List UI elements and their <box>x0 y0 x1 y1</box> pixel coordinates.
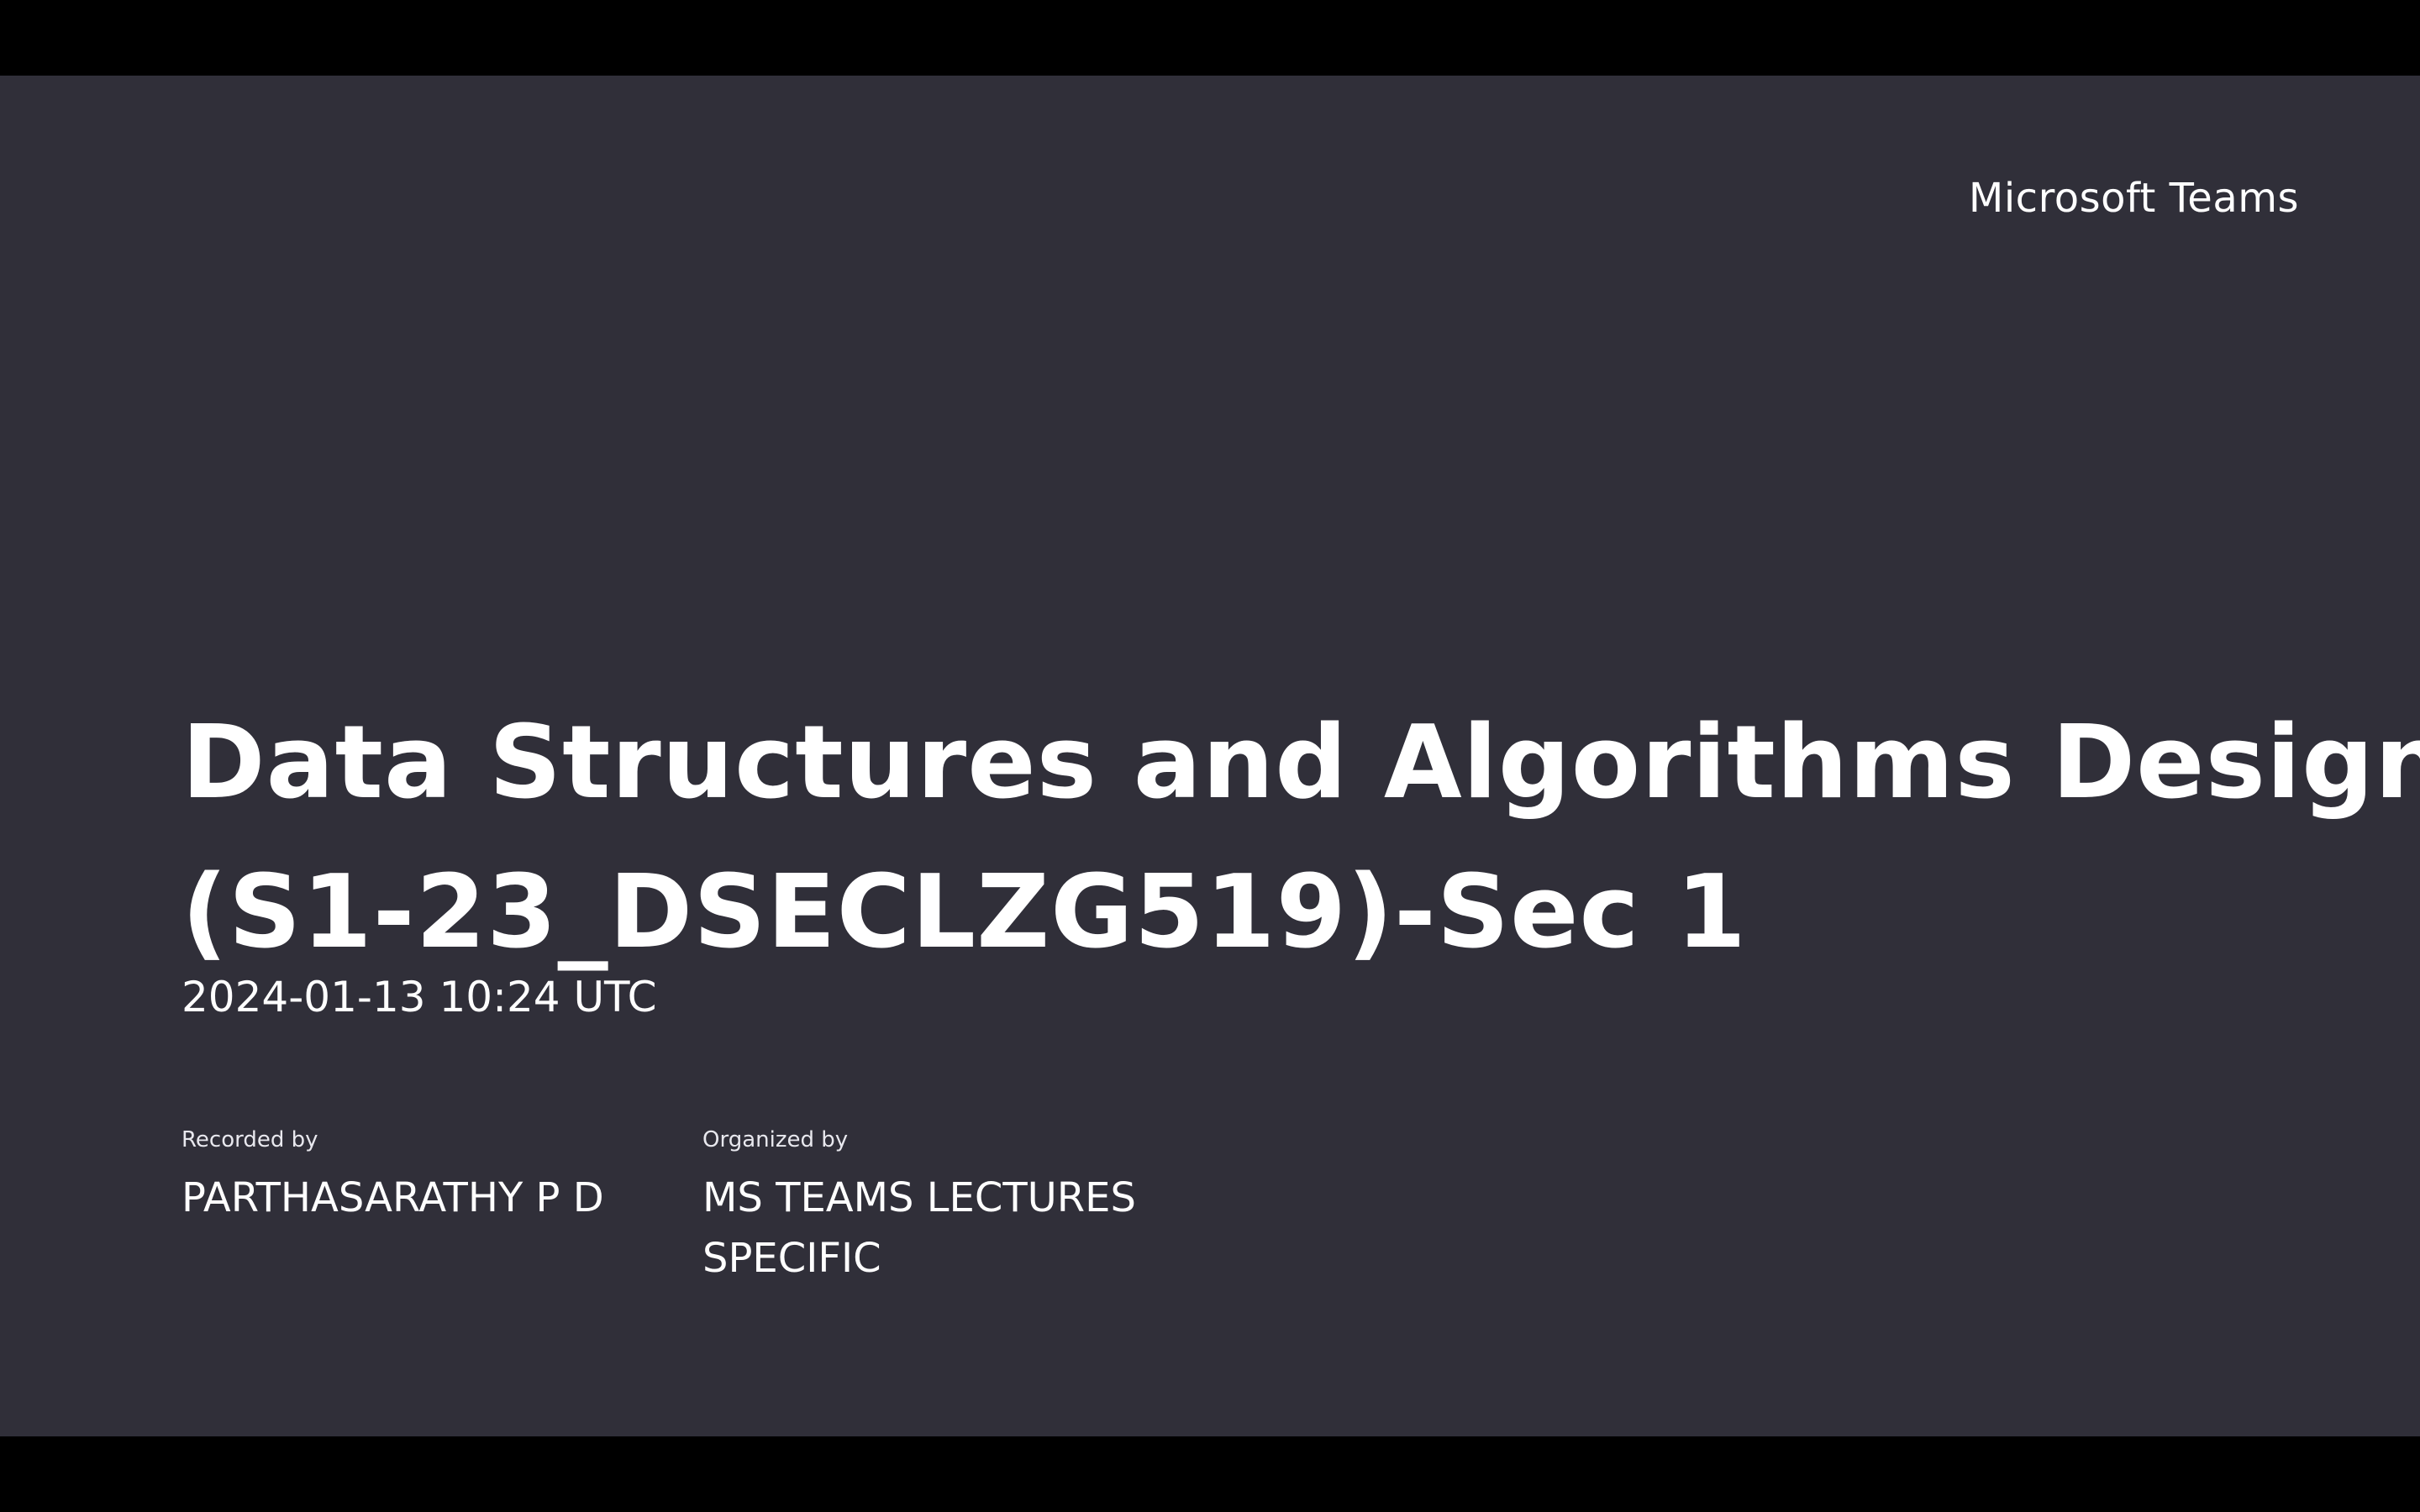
recorded-by-label: Recorded by <box>182 1127 318 1152</box>
meeting-title-line-2: (S1-23_DSECLZG519)-Sec 1 <box>182 854 1747 971</box>
meeting-title: Data Structures and Algorithms Design (S… <box>182 689 2420 988</box>
organized-by-value-line-1: MS TEAMS LECTURES <box>702 1174 1136 1221</box>
organized-by-block: Organized by MS TEAMS LECTURES SPECIFIC <box>702 1127 1136 1289</box>
recording-title-slide: Microsoft Teams Data Structures and Algo… <box>0 76 2420 1436</box>
recording-datetime: 2024-01-13 10:24 UTC <box>182 973 657 1021</box>
recorded-by-block: Recorded by PARTHASARATHY P D <box>182 1127 604 1228</box>
letterbox-bottom <box>0 1436 2420 1512</box>
recorded-by-value: PARTHASARATHY P D <box>182 1174 604 1221</box>
app-brand-label: Microsoft Teams <box>1968 175 2299 222</box>
organized-by-value-line-2: SPECIFIC <box>702 1235 881 1282</box>
meeting-title-line-1: Data Structures and Algorithms Design <box>182 705 2420 822</box>
organized-by-label: Organized by <box>702 1127 849 1152</box>
letterbox-top <box>0 0 2420 76</box>
